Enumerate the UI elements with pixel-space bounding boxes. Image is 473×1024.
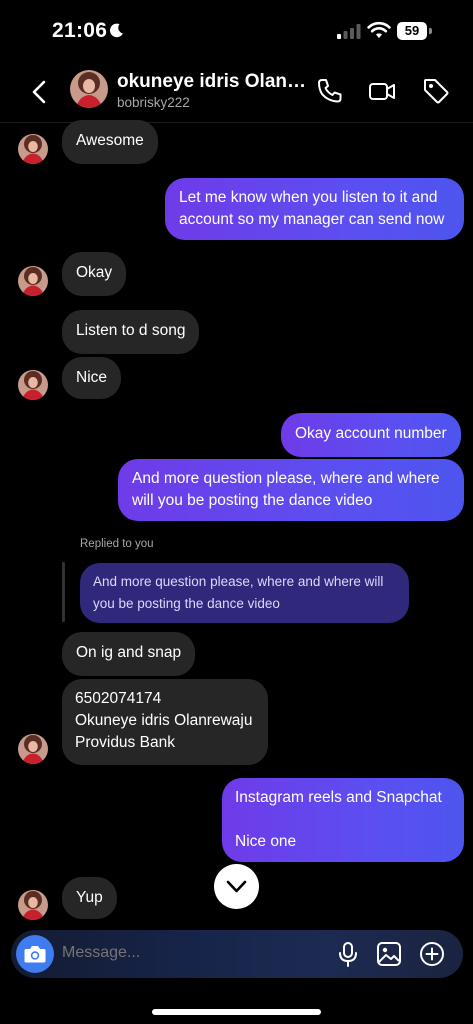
message-bubble-incoming[interactable]: Okay: [62, 252, 127, 296]
battery-indicator: 59: [397, 22, 433, 40]
contact-name[interactable]: okuneye idris Olanr...: [117, 71, 307, 93]
phone-icon[interactable]: [315, 76, 345, 106]
replied-to-you-label: Replied to you: [80, 538, 154, 550]
message-composer: [11, 930, 463, 978]
message-bubble-incoming[interactable]: Awesome: [62, 120, 158, 164]
status-time: 21:06: [52, 19, 108, 42]
cellular-signal-icon: [337, 24, 361, 39]
moon-icon: [110, 23, 123, 38]
message-bubble-incoming[interactable]: Listen to d song: [62, 310, 200, 354]
avatar[interactable]: [18, 266, 48, 296]
avatar[interactable]: [18, 134, 48, 164]
plus-circle-icon[interactable]: [418, 940, 446, 968]
status-bar: 21:06 59: [0, 0, 473, 62]
message-bubble-outgoing[interactable]: Okay account number: [281, 413, 461, 457]
camera-icon: [24, 946, 46, 963]
avatar[interactable]: [18, 890, 48, 920]
home-indicator: [152, 1009, 321, 1015]
battery-level: 59: [397, 22, 427, 40]
message-bubble-incoming[interactable]: Yup: [62, 877, 117, 919]
chat-header: okuneye idris Olanr... bobrisky222: [0, 62, 473, 123]
message-bubble-incoming[interactable]: On ig and snap: [62, 632, 196, 676]
message-bubble-incoming[interactable]: 6502074174 Okuneye idris Olanrewaju Prov…: [62, 679, 268, 765]
message-bubble-outgoing[interactable]: Let me know when you listen to it and ac…: [165, 178, 464, 240]
chevron-down-icon: [226, 880, 247, 893]
message-bubble-outgoing[interactable]: And more question please, where and wher…: [118, 459, 464, 521]
scroll-to-bottom-button[interactable]: [214, 864, 259, 909]
video-camera-icon[interactable]: [367, 76, 397, 106]
camera-button[interactable]: [16, 935, 54, 973]
tag-icon[interactable]: [421, 76, 451, 106]
contact-avatar[interactable]: [70, 70, 108, 108]
avatar[interactable]: [18, 370, 48, 400]
contact-username[interactable]: bobrisky222: [117, 95, 190, 110]
reply-quote-bubble[interactable]: And more question please, where and wher…: [80, 563, 409, 623]
message-bubble-outgoing[interactable]: Instagram reels and Snapchat Nice one: [222, 778, 464, 862]
back-arrow-icon[interactable]: [24, 76, 56, 108]
wifi-icon: [367, 21, 391, 38]
microphone-icon[interactable]: [334, 940, 362, 968]
message-bubble-incoming[interactable]: Nice: [62, 357, 122, 399]
message-input[interactable]: [62, 944, 312, 962]
battery-tip: [429, 28, 432, 34]
avatar[interactable]: [18, 734, 48, 764]
gallery-icon[interactable]: [375, 940, 403, 968]
reply-indicator-bar: [62, 562, 65, 622]
